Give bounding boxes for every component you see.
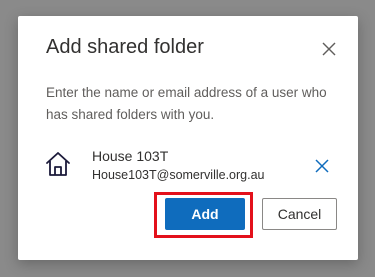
close-button[interactable]	[318, 38, 340, 60]
user-email: House103T@somerville.org.au	[92, 168, 265, 182]
add-shared-folder-dialog: Add shared folder Enter the name or emai…	[18, 16, 358, 260]
close-icon	[322, 42, 336, 56]
remove-user-button[interactable]	[312, 156, 332, 176]
add-button[interactable]: Add	[165, 198, 245, 230]
selected-user: House 103T House103T@somerville.org.au	[44, 148, 336, 188]
user-name: House 103T	[92, 148, 169, 164]
home-icon	[46, 152, 70, 176]
dialog-description: Enter the name or email address of a use…	[46, 85, 327, 122]
cancel-button[interactable]: Cancel	[262, 198, 337, 230]
remove-x-icon	[315, 159, 329, 173]
dialog-title: Add shared folder	[46, 36, 204, 58]
